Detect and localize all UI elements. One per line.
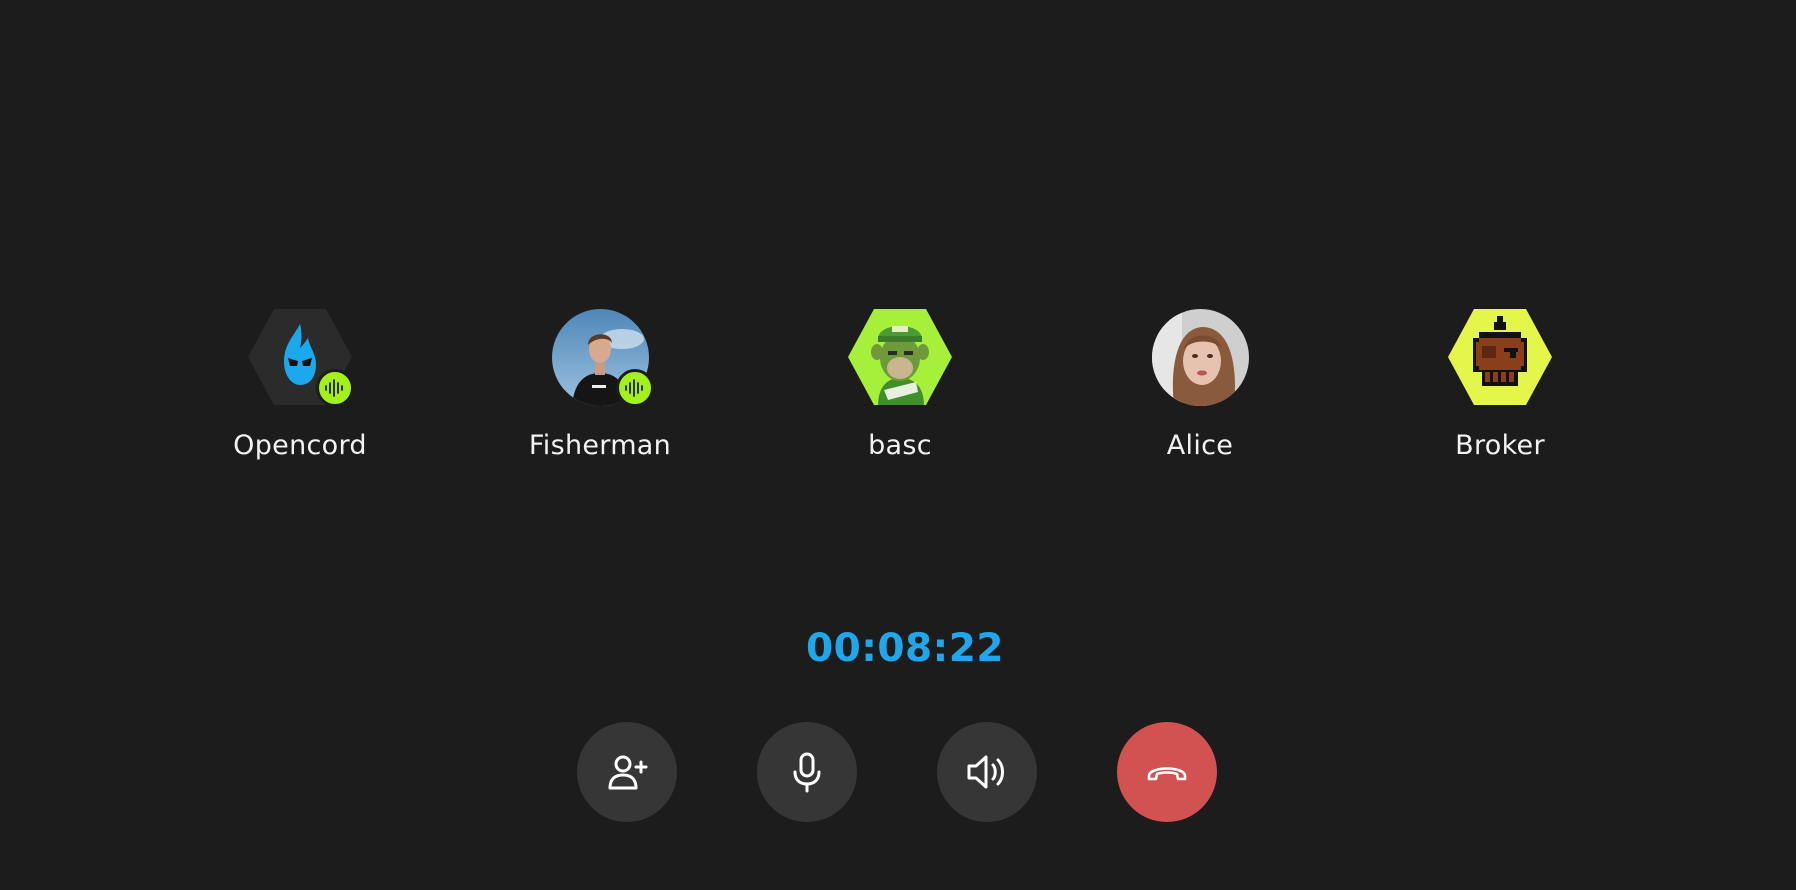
hang-up-button[interactable]: [1117, 722, 1217, 822]
participant-name: Broker: [1455, 430, 1545, 461]
call-screen: Opencord Fisherman basc Alice Broker 00:…: [0, 0, 1796, 890]
participant-name: Alice: [1166, 430, 1234, 461]
add-participant-button[interactable]: [577, 722, 677, 822]
call-controls: [0, 722, 1796, 822]
avatar: [548, 308, 654, 407]
speaking-indicator-icon: [316, 369, 354, 407]
avatar: [1148, 308, 1252, 406]
green-ape-avatar-icon: [848, 309, 952, 405]
avatar: [248, 308, 354, 407]
participant-name: Opencord: [233, 430, 367, 461]
participant-opencord[interactable]: Opencord: [200, 308, 400, 461]
speaking-indicator-icon: [616, 369, 654, 407]
microphone-icon: [793, 752, 821, 793]
person-photo-avatar-icon: [1151, 308, 1249, 406]
participant-fisherman[interactable]: Fisherman: [500, 308, 700, 461]
speaker-button[interactable]: [937, 722, 1037, 822]
add-user-icon: [608, 755, 648, 790]
avatar: [848, 308, 952, 406]
participant-name: Fisherman: [528, 430, 672, 461]
microphone-button[interactable]: [757, 722, 857, 822]
call-timer: 00:08:22: [805, 626, 1004, 671]
pixel-skull-avatar-icon: [1448, 309, 1552, 405]
hang-up-icon: [1147, 767, 1187, 781]
participants-row: Opencord Fisherman basc Alice Broker: [0, 308, 1796, 468]
participant-name: basc: [868, 430, 932, 461]
participant-basc[interactable]: basc: [800, 308, 1000, 461]
participant-broker[interactable]: Broker: [1400, 308, 1600, 461]
speaker-icon: [967, 755, 1004, 789]
participant-alice[interactable]: Alice: [1100, 308, 1300, 461]
avatar: [1448, 308, 1552, 406]
